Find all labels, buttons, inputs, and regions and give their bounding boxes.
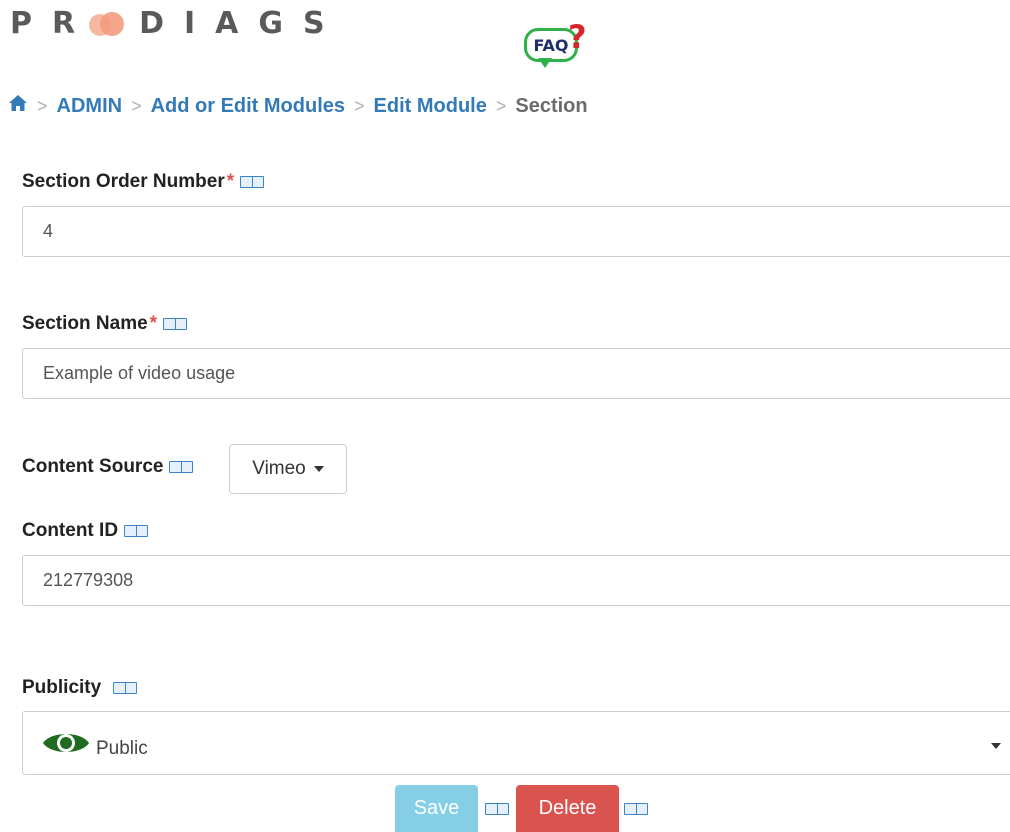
save-button[interactable]: Save: [395, 785, 478, 832]
breadcrumb-edit-module[interactable]: Edit Module: [374, 95, 487, 118]
home-icon: [9, 95, 27, 111]
content-source-dropdown[interactable]: Vimeo: [229, 444, 347, 494]
caret-down-icon: [313, 466, 324, 472]
breadcrumb-admin[interactable]: ADMIN: [57, 95, 123, 118]
faq-button[interactable]: FAQ ?: [524, 18, 600, 74]
content-source-label-text: Content Source: [22, 456, 164, 477]
logo-text-right: DIAGS: [139, 6, 345, 41]
section-order-input[interactable]: 4: [22, 206, 1010, 257]
required-marker: *: [149, 313, 158, 334]
translate-icon[interactable]: [624, 803, 648, 815]
section-name-label-text: Section Name: [22, 313, 148, 334]
translate-icon[interactable]: [124, 525, 149, 537]
breadcrumb-separator: >: [37, 95, 48, 116]
eye-icon: [43, 734, 89, 752]
translate-icon[interactable]: [163, 318, 188, 330]
faq-question-mark: ?: [568, 18, 587, 56]
publicity-value: Public: [96, 738, 148, 759]
content-source-value: Vimeo: [252, 458, 306, 479]
breadcrumb: > ADMIN > Add or Edit Modules > Edit Mod…: [8, 92, 588, 120]
content-source-label: Content Source: [22, 456, 194, 478]
breadcrumb-separator: >: [354, 95, 365, 116]
translate-icon[interactable]: [113, 682, 138, 694]
translate-icon[interactable]: [240, 176, 265, 188]
caret-down-icon: [991, 743, 1001, 749]
breadcrumb-separator: >: [131, 95, 142, 116]
delete-button[interactable]: Delete: [516, 785, 619, 832]
faq-bubble-tail: [538, 58, 552, 68]
translate-icon[interactable]: [169, 461, 194, 473]
publicity-label: Publicity: [22, 677, 138, 699]
breadcrumb-add-edit-modules[interactable]: Add or Edit Modules: [151, 95, 345, 118]
breadcrumb-separator: >: [495, 95, 507, 116]
content-id-label-text: Content ID: [22, 520, 119, 541]
required-marker: *: [226, 171, 235, 192]
logo-text-left: PR: [10, 6, 96, 41]
publicity-label-text: Publicity: [22, 677, 102, 698]
section-name-input[interactable]: Example of video usage: [22, 348, 1010, 399]
translate-icon[interactable]: [485, 803, 509, 815]
content-id-label: Content ID: [22, 520, 149, 542]
logo[interactable]: PR DIAGS: [10, 6, 345, 41]
breadcrumb-current: Section: [515, 94, 588, 117]
content-id-input[interactable]: 212779308: [22, 555, 1010, 606]
breadcrumb-home[interactable]: [8, 93, 28, 119]
section-order-label: Section Order Number *: [22, 171, 265, 193]
section-name-label: Section Name *: [22, 313, 188, 335]
section-order-label-text: Section Order Number: [22, 171, 225, 192]
publicity-select[interactable]: Public: [22, 711, 1010, 775]
logo-dots-icon: [87, 9, 133, 39]
